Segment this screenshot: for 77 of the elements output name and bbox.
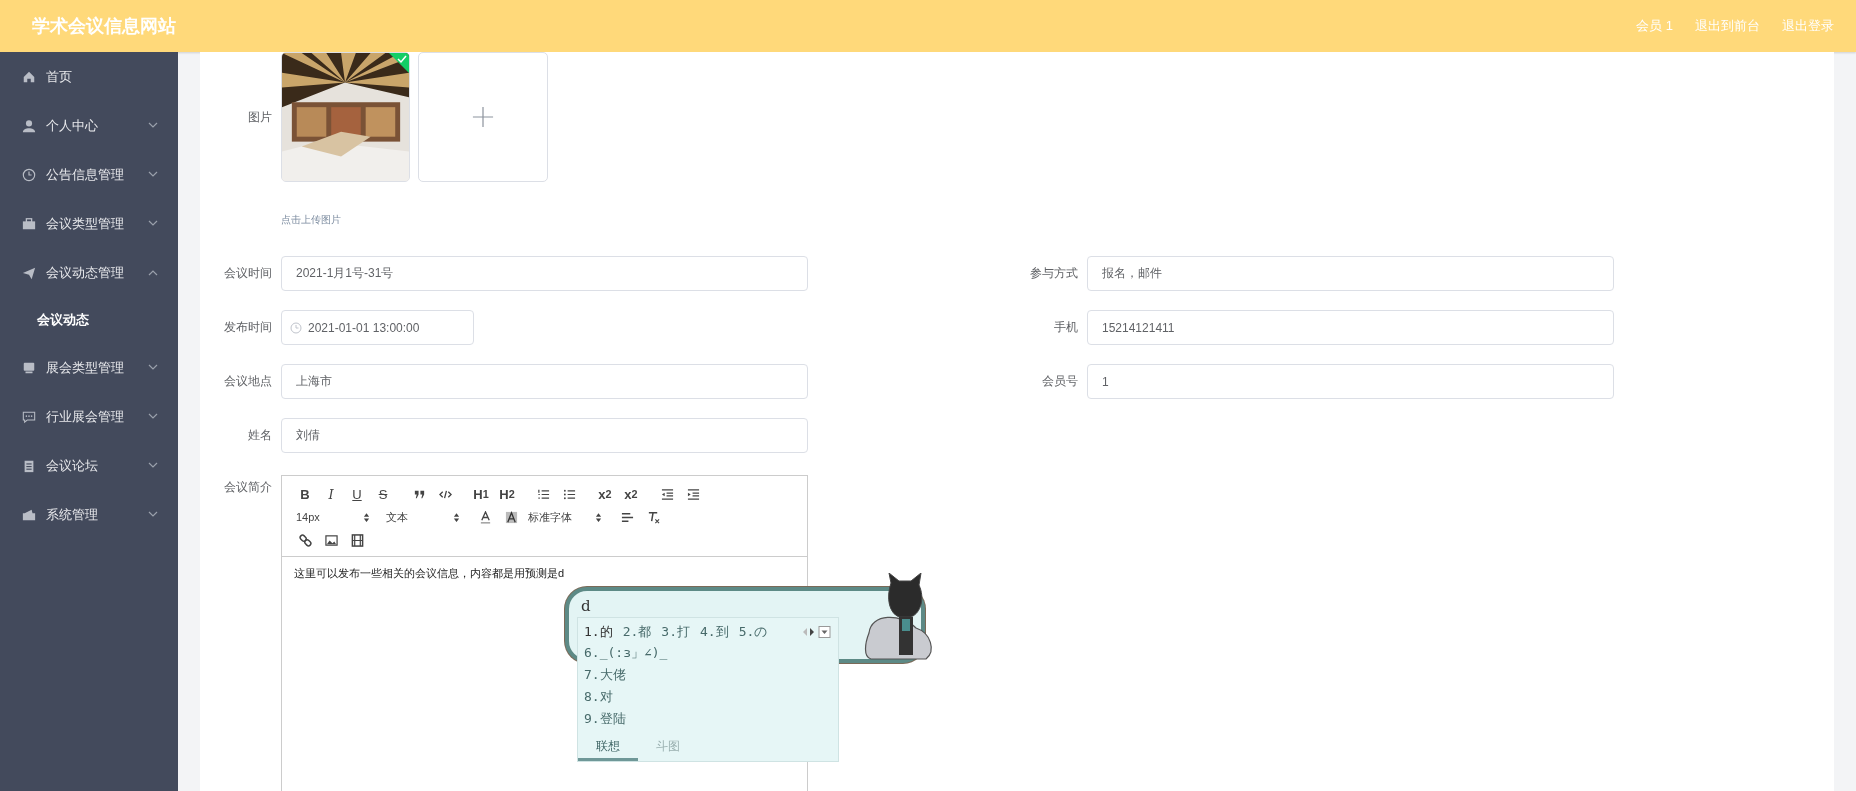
numbered-list-icon[interactable]	[536, 487, 550, 501]
chevron-icon	[148, 364, 158, 371]
menu-item[interactable]: 会议论坛	[0, 441, 178, 490]
menu-item[interactable]: 会议类型管理	[0, 199, 178, 248]
wallet-icon	[22, 507, 36, 522]
ime-candidate[interactable]: 1.的	[584, 623, 613, 641]
input-field[interactable]: 2021-1月1号-31号	[281, 256, 808, 291]
field-label: 会议时间	[223, 265, 272, 282]
menu-item[interactable]: 会议动态管理	[0, 248, 178, 297]
menu-item[interactable]: 个人中心	[0, 101, 178, 150]
field-label: 参与方式	[1029, 265, 1078, 282]
field-label: 发布时间	[223, 319, 272, 336]
chevron-icon	[148, 171, 158, 178]
ime-candidate[interactable]: 4.到	[699, 623, 729, 641]
format-select[interactable]: 14px	[294, 511, 370, 523]
ime-candidate[interactable]: 3.打	[661, 623, 690, 641]
chevron-icon	[148, 220, 158, 227]
menu-item[interactable]: 首页	[0, 52, 178, 101]
clock-icon	[290, 321, 302, 334]
menu-item[interactable]: 公告信息管理	[0, 150, 178, 199]
ime-candidate[interactable]: 2.都	[622, 623, 652, 641]
clock-icon	[22, 167, 36, 182]
clipboard-icon	[22, 458, 36, 473]
ime-candidate[interactable]: 5.の	[738, 623, 768, 641]
input-field[interactable]: 1	[1087, 364, 1614, 399]
field-label: 图片	[247, 108, 272, 126]
image-icon[interactable]	[324, 533, 338, 547]
date-field[interactable]: 2021-01-01 13:00:00	[281, 310, 474, 345]
pager-icon[interactable]	[802, 626, 832, 638]
sort-arrows-icon	[595, 511, 602, 523]
chat-icon	[22, 409, 36, 424]
outdent-icon[interactable]	[660, 487, 674, 501]
align-icon[interactable]	[620, 510, 634, 524]
chevron-icon	[148, 511, 158, 518]
briefcase-icon	[22, 216, 36, 231]
home-icon	[22, 69, 36, 84]
submenu-item[interactable]: 会议动态	[0, 297, 178, 343]
field-label: 会员号	[1041, 373, 1078, 390]
film-icon[interactable]	[350, 533, 364, 547]
input-field[interactable]: 15214121411	[1087, 310, 1614, 345]
format-select[interactable]: 标准字体	[526, 509, 602, 525]
menu-item[interactable]: 展会类型管理	[0, 343, 178, 392]
ime-tab[interactable]: 联想	[578, 735, 638, 761]
clear-format-icon[interactable]	[646, 510, 660, 524]
field-label: 姓名	[247, 427, 272, 444]
indent-icon[interactable]	[686, 487, 700, 501]
menu-item[interactable]: 行业展会管理	[0, 392, 178, 441]
field-label: 手机	[1053, 319, 1078, 336]
menu-item[interactable]: 系统管理	[0, 490, 178, 539]
strikethrough-button[interactable]: S	[372, 484, 394, 504]
text-color-icon[interactable]	[478, 510, 492, 524]
chevron-icon	[148, 269, 158, 276]
bold-button[interactable]: B	[294, 484, 316, 504]
site-title: 学术会议信息网站	[32, 15, 176, 38]
input-field[interactable]: 刘倩	[281, 418, 808, 453]
chevron-icon	[148, 462, 158, 469]
chevron-icon	[148, 122, 158, 129]
upload-hint: 点击上传图片	[281, 213, 341, 227]
highlight-icon[interactable]	[504, 510, 518, 524]
plus-icon	[472, 106, 494, 128]
field-label: 会议简介	[223, 479, 272, 496]
input-field[interactable]: 报名，邮件	[1087, 256, 1614, 291]
user-icon	[22, 118, 36, 133]
format-select[interactable]: 文本	[384, 509, 460, 525]
sort-arrows-icon	[363, 511, 370, 523]
chevron-icon	[148, 413, 158, 420]
composition-text: d	[581, 597, 591, 615]
field-label: 会议地点	[223, 373, 272, 390]
italic-button[interactable]: I	[320, 484, 342, 504]
send-icon	[22, 265, 36, 280]
link-icon[interactable]	[298, 533, 312, 547]
bullet-list-icon[interactable]	[562, 487, 576, 501]
input-field[interactable]: 上海市	[281, 364, 808, 399]
monitor-icon	[22, 360, 36, 375]
editor-text: 这里可以发布一些相关的会议信息，内容都是用预测是d	[293, 566, 566, 581]
sort-arrows-icon	[453, 511, 460, 523]
underline-button[interactable]: U	[346, 484, 368, 504]
